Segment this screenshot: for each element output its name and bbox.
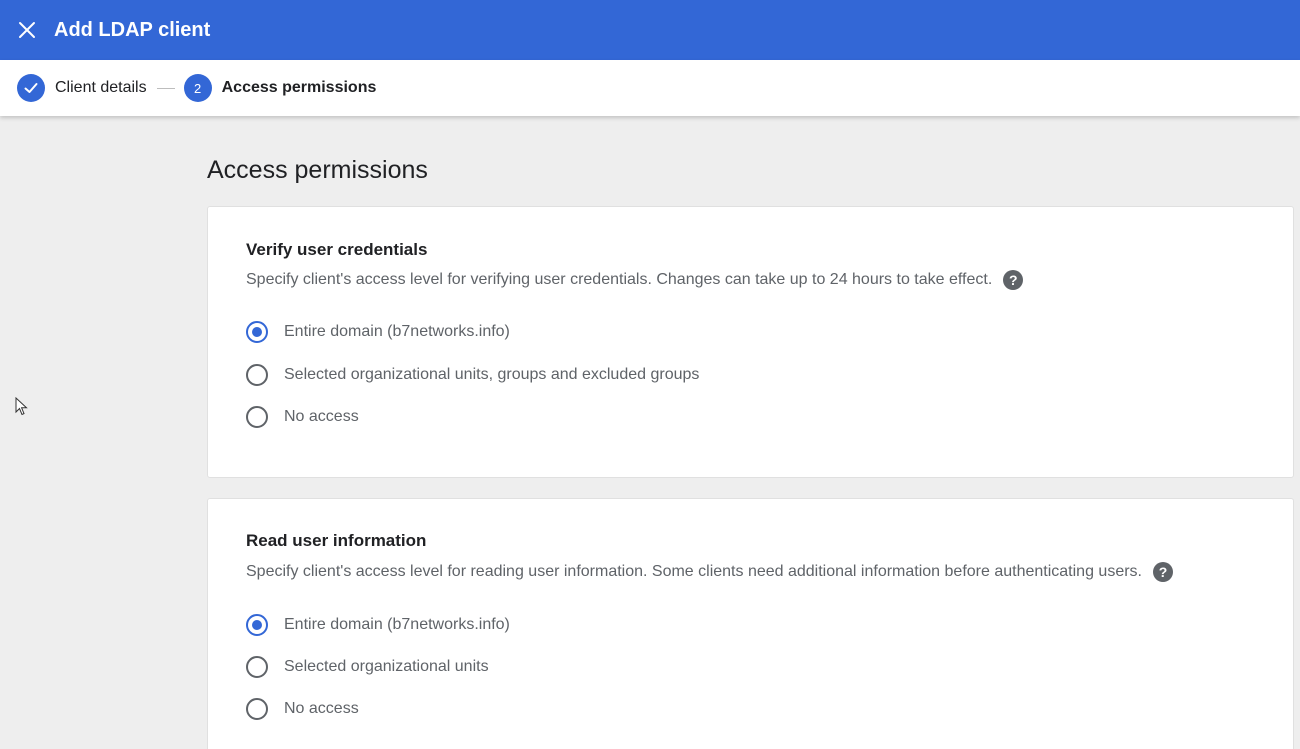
radio-label: No access bbox=[284, 700, 359, 717]
radio-no-access[interactable]: No access bbox=[246, 698, 359, 720]
radio-entire-domain[interactable]: Entire domain (b7networks.info) bbox=[246, 614, 510, 636]
section-description: Specify client's access level for verify… bbox=[246, 270, 1024, 290]
radio-label: Selected organizational units, groups an… bbox=[284, 366, 700, 383]
radio-button[interactable] bbox=[246, 406, 268, 428]
verify-credentials-card: Verify user credentials Specify client's… bbox=[207, 206, 1294, 478]
check-icon bbox=[24, 83, 38, 93]
radio-label: Selected organizational units bbox=[284, 658, 489, 675]
section-title: Read user information bbox=[246, 531, 427, 550]
radio-no-access[interactable]: No access bbox=[246, 406, 359, 428]
description-text: Specify client's access level for verify… bbox=[246, 271, 993, 288]
step-connector bbox=[156, 87, 175, 89]
step-number-badge: 2 bbox=[183, 74, 212, 102]
dialog-title: Add LDAP client bbox=[54, 18, 211, 41]
step-label: Client details bbox=[55, 79, 147, 96]
close-icon bbox=[19, 22, 35, 38]
radio-label: No access bbox=[284, 408, 359, 425]
step-completed-badge bbox=[17, 74, 45, 102]
radio-button[interactable] bbox=[246, 698, 268, 720]
radio-selected-ous[interactable]: Selected organizational units bbox=[246, 656, 489, 678]
close-button[interactable] bbox=[16, 19, 38, 41]
radio-selected-ous-groups[interactable]: Selected organizational units, groups an… bbox=[246, 364, 699, 386]
section-title: Verify user credentials bbox=[246, 240, 428, 259]
read-user-info-card: Read user information Specify client's a… bbox=[207, 498, 1294, 749]
step-access-permissions[interactable]: 2 Access permissions bbox=[183, 74, 377, 102]
app-bar: Add LDAP client bbox=[0, 0, 1300, 60]
radio-label: Entire domain (b7networks.info) bbox=[284, 323, 510, 340]
radio-button[interactable] bbox=[246, 321, 268, 343]
help-icon[interactable]: ? bbox=[1152, 562, 1173, 582]
mouse-cursor-icon bbox=[15, 397, 28, 416]
radio-button[interactable] bbox=[246, 656, 268, 678]
radio-label: Entire domain (b7networks.info) bbox=[284, 616, 510, 633]
radio-button[interactable] bbox=[246, 614, 268, 636]
description-text: Specify client's access level for readin… bbox=[246, 563, 1142, 580]
section-description: Specify client's access level for readin… bbox=[246, 562, 1173, 582]
step-label: Access permissions bbox=[221, 79, 377, 96]
step-client-details[interactable]: Client details bbox=[17, 74, 147, 102]
page-title: Access permissions bbox=[207, 156, 428, 184]
help-icon[interactable]: ? bbox=[1003, 270, 1024, 290]
stepper: Client details 2 Access permissions bbox=[0, 60, 1300, 116]
radio-entire-domain[interactable]: Entire domain (b7networks.info) bbox=[246, 321, 510, 343]
radio-button[interactable] bbox=[246, 364, 268, 386]
